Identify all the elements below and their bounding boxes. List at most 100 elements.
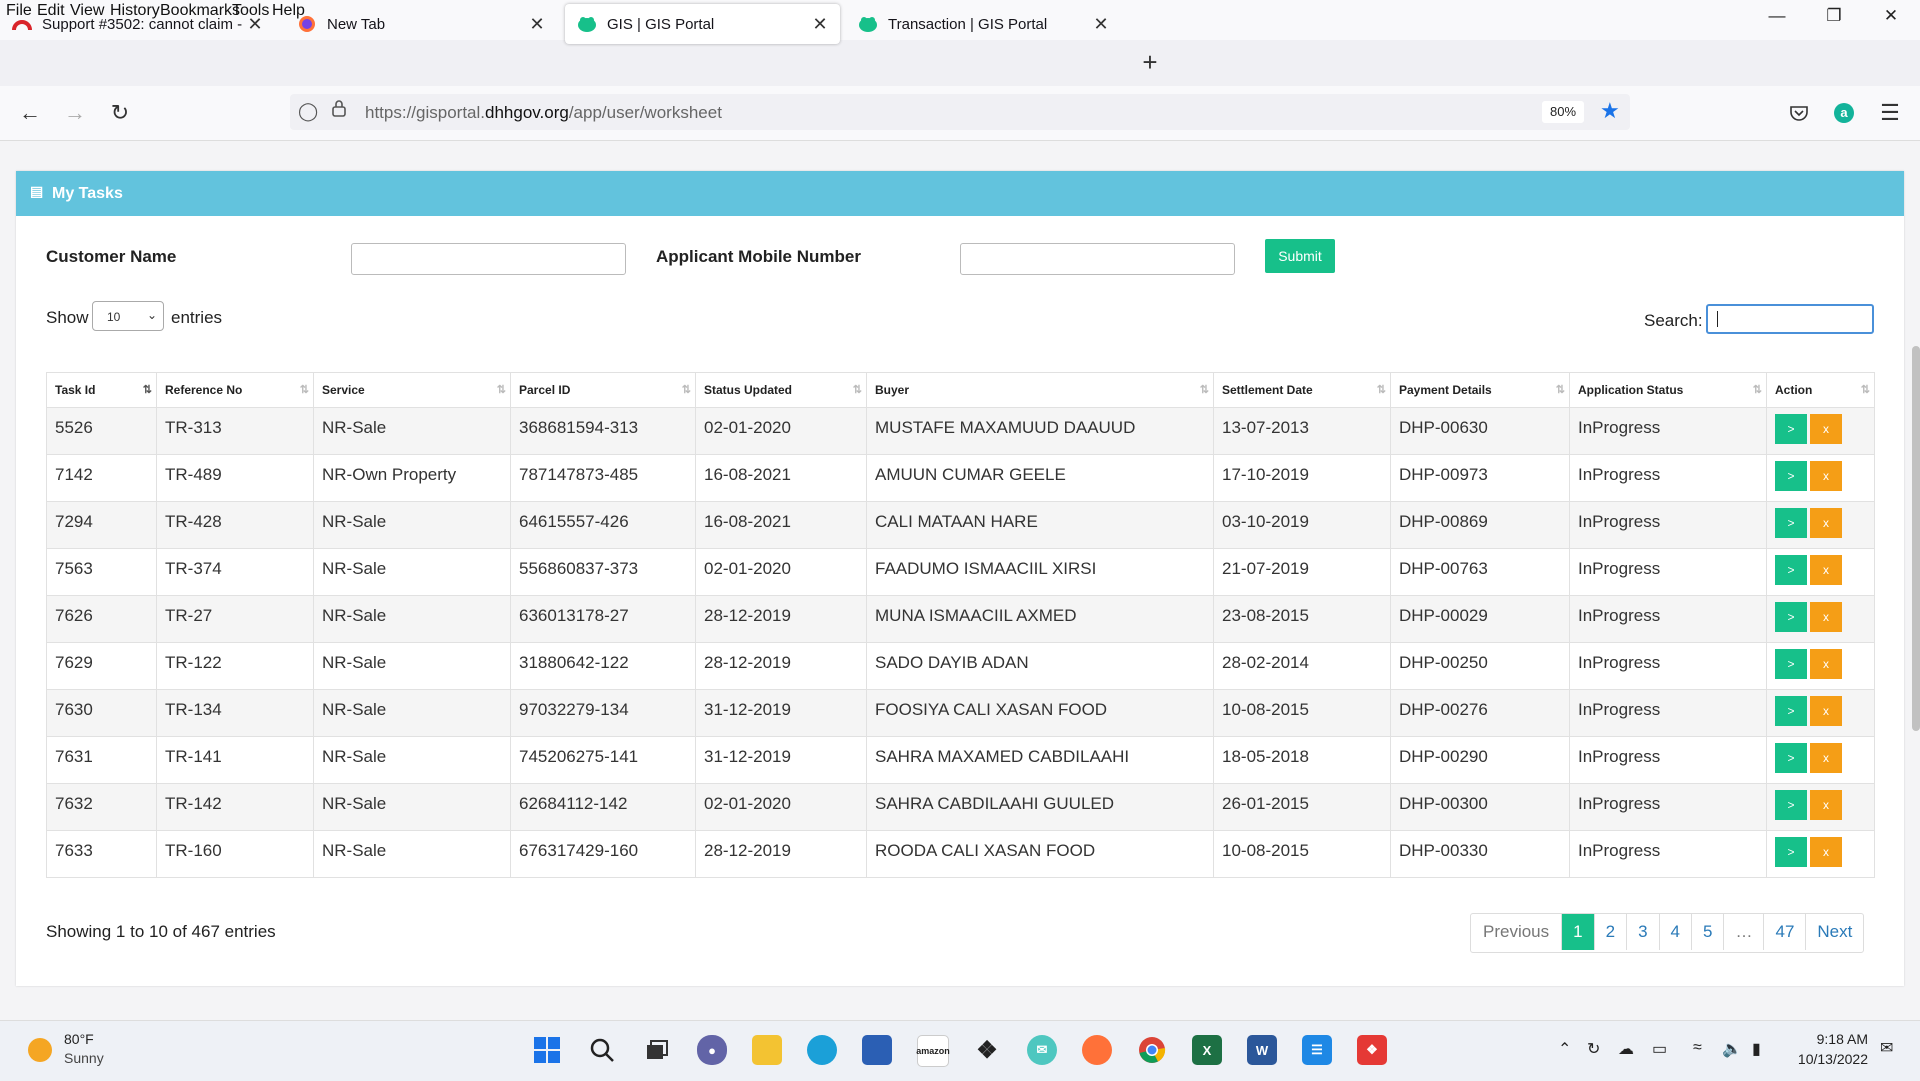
url-text[interactable]: https://gisportal.dhhgov.org/app/user/wo…	[365, 103, 722, 123]
tab-close-icon[interactable]: ✕	[525, 14, 549, 35]
chrome-icon[interactable]	[1137, 1035, 1167, 1065]
cast-icon[interactable]: ▭	[1652, 1039, 1667, 1059]
col-payment-details[interactable]: Payment Details ⇅	[1390, 372, 1570, 408]
cancel-task-button[interactable]: x	[1810, 649, 1842, 679]
process-task-button[interactable]: >	[1775, 414, 1807, 444]
col-action[interactable]: Action ⇅	[1766, 372, 1875, 408]
weather-condition[interactable]: Sunny	[64, 1050, 104, 1066]
tab-support[interactable]: Support #3502: cannot claim - C ✕	[0, 4, 275, 44]
address-bar[interactable]: ◯ https://gisportal.dhhgov.org/app/user/…	[290, 94, 1630, 130]
cancel-task-button[interactable]: x	[1810, 602, 1842, 632]
tab-new[interactable]: New Tab ✕	[285, 4, 557, 44]
shield-icon[interactable]: ◯	[298, 101, 318, 122]
amazon-icon[interactable]: amazon	[916, 1035, 950, 1067]
tab-close-icon[interactable]: ✕	[1089, 14, 1113, 35]
process-task-button[interactable]: >	[1775, 602, 1807, 632]
col-parcel-id[interactable]: Parcel ID ⇅	[510, 372, 696, 408]
cancel-task-button[interactable]: x	[1810, 461, 1842, 491]
search-icon[interactable]	[587, 1035, 617, 1065]
entries-select[interactable]: 10 ⌄	[92, 301, 164, 331]
col-application-status[interactable]: Application Status ⇅	[1569, 372, 1767, 408]
process-task-button[interactable]: >	[1775, 555, 1807, 585]
search-input[interactable]	[1706, 304, 1874, 334]
process-task-button[interactable]: >	[1775, 837, 1807, 867]
tab-gis-portal[interactable]: GIS | GIS Portal ✕	[565, 4, 840, 44]
col-buyer[interactable]: Buyer ⇅	[866, 372, 1214, 408]
lock-icon[interactable]	[332, 99, 346, 122]
chevron-up-icon[interactable]: ⌃	[1558, 1039, 1571, 1059]
account-icon[interactable]: a	[1829, 98, 1859, 128]
tab-close-icon[interactable]: ✕	[808, 14, 832, 35]
table-row: 7629 TR-122 NR-Sale 31880642-122 28-12-2019 S…	[46, 642, 1875, 690]
word-icon[interactable]: W	[1247, 1035, 1277, 1065]
wifi-icon[interactable]: ≈	[1693, 1039, 1702, 1057]
pagination-page[interactable]: 5	[1691, 914, 1723, 950]
close-window-icon[interactable]: ✕	[1863, 0, 1919, 32]
firefox-taskbar-icon[interactable]	[1082, 1035, 1112, 1065]
pagination-next[interactable]: Next	[1805, 914, 1863, 950]
taskbar: 80°F Sunny ● amazon ❖ ✉ X W ☰ ❖ ⌃ ↻ ☁ ▭ …	[0, 1020, 1920, 1081]
pagination-page[interactable]: 4	[1658, 914, 1691, 950]
pagination-page[interactable]: 1	[1561, 914, 1594, 950]
cancel-task-button[interactable]: x	[1810, 508, 1842, 538]
col-task-id[interactable]: Task Id ⇅	[46, 372, 157, 408]
notification-bell-icon[interactable]: ✉	[1880, 1038, 1893, 1058]
process-task-button[interactable]: >	[1775, 743, 1807, 773]
messenger-icon[interactable]: ✉	[1027, 1035, 1057, 1065]
anydesk-icon[interactable]: ❖	[1357, 1035, 1387, 1065]
col-service[interactable]: Service ⇅	[313, 372, 511, 408]
cancel-task-button[interactable]: x	[1810, 696, 1842, 726]
pagination-page[interactable]: 3	[1626, 914, 1658, 950]
new-tab-plus-icon[interactable]: +	[1135, 48, 1165, 78]
tab-transaction[interactable]: Transaction | GIS Portal ✕	[846, 4, 1121, 44]
process-task-button[interactable]: >	[1775, 790, 1807, 820]
process-task-button[interactable]: >	[1775, 649, 1807, 679]
star-icon[interactable]: ★	[1600, 98, 1620, 124]
cancel-task-button[interactable]: x	[1810, 790, 1842, 820]
page-scrollbar[interactable]	[1912, 346, 1920, 731]
edge-icon[interactable]	[807, 1035, 837, 1065]
store-icon[interactable]	[862, 1035, 892, 1065]
cancel-task-button[interactable]: x	[1810, 837, 1842, 867]
mobile-number-input[interactable]	[960, 243, 1235, 275]
pocket-icon[interactable]	[1784, 98, 1814, 128]
notepad-icon[interactable]: ☰	[1302, 1035, 1332, 1065]
hamburger-icon[interactable]: ☰	[1875, 98, 1905, 128]
customer-name-input[interactable]	[351, 243, 626, 275]
cancel-task-button[interactable]: x	[1810, 743, 1842, 773]
pagination-previous[interactable]: Previous	[1471, 914, 1561, 950]
sun-icon[interactable]	[28, 1038, 52, 1062]
minimize-icon[interactable]: —	[1749, 0, 1805, 32]
pagination-page[interactable]: 2	[1593, 914, 1626, 950]
sync-icon[interactable]: ↻	[1587, 1039, 1600, 1059]
process-task-button[interactable]: >	[1775, 508, 1807, 538]
col-status-updated[interactable]: Status Updated ⇅	[695, 372, 867, 408]
dropbox-icon[interactable]: ❖	[972, 1035, 1002, 1065]
process-task-button[interactable]: >	[1775, 461, 1807, 491]
clock-date[interactable]: 10/13/2022	[1793, 1051, 1868, 1067]
process-task-button[interactable]: >	[1775, 696, 1807, 726]
submit-button[interactable]: Submit	[1265, 239, 1335, 273]
volume-icon[interactable]: 🔈	[1722, 1039, 1742, 1059]
pagination-last-page[interactable]: 47	[1763, 914, 1805, 950]
task-view-icon[interactable]	[642, 1035, 672, 1065]
back-arrow-icon[interactable]: ←	[15, 98, 45, 128]
file-explorer-icon[interactable]	[752, 1035, 782, 1065]
buyer-cell: AMUUN CUMAR GEELE	[866, 454, 1214, 502]
windows-start-icon[interactable]	[532, 1035, 562, 1065]
weather-temp[interactable]: 80°F	[64, 1031, 94, 1047]
clock-time[interactable]: 9:18 AM	[1793, 1031, 1868, 1047]
zoom-level[interactable]: 80%	[1542, 101, 1585, 123]
forward-arrow-icon[interactable]: →	[60, 98, 90, 128]
reload-icon[interactable]: ↻	[105, 98, 135, 128]
restore-icon[interactable]: ❐	[1806, 0, 1862, 32]
cloud-icon[interactable]: ☁	[1618, 1039, 1634, 1059]
tab-close-icon[interactable]: ✕	[243, 14, 267, 35]
teams-chat-icon[interactable]: ●	[697, 1035, 727, 1065]
cancel-task-button[interactable]: x	[1810, 414, 1842, 444]
cancel-task-button[interactable]: x	[1810, 555, 1842, 585]
excel-icon[interactable]: X	[1192, 1035, 1222, 1065]
col-reference-no[interactable]: Reference No ⇅	[156, 372, 314, 408]
battery-icon[interactable]: ▮	[1752, 1039, 1761, 1059]
col-settlement-date[interactable]: Settlement Date ⇅	[1213, 372, 1391, 408]
